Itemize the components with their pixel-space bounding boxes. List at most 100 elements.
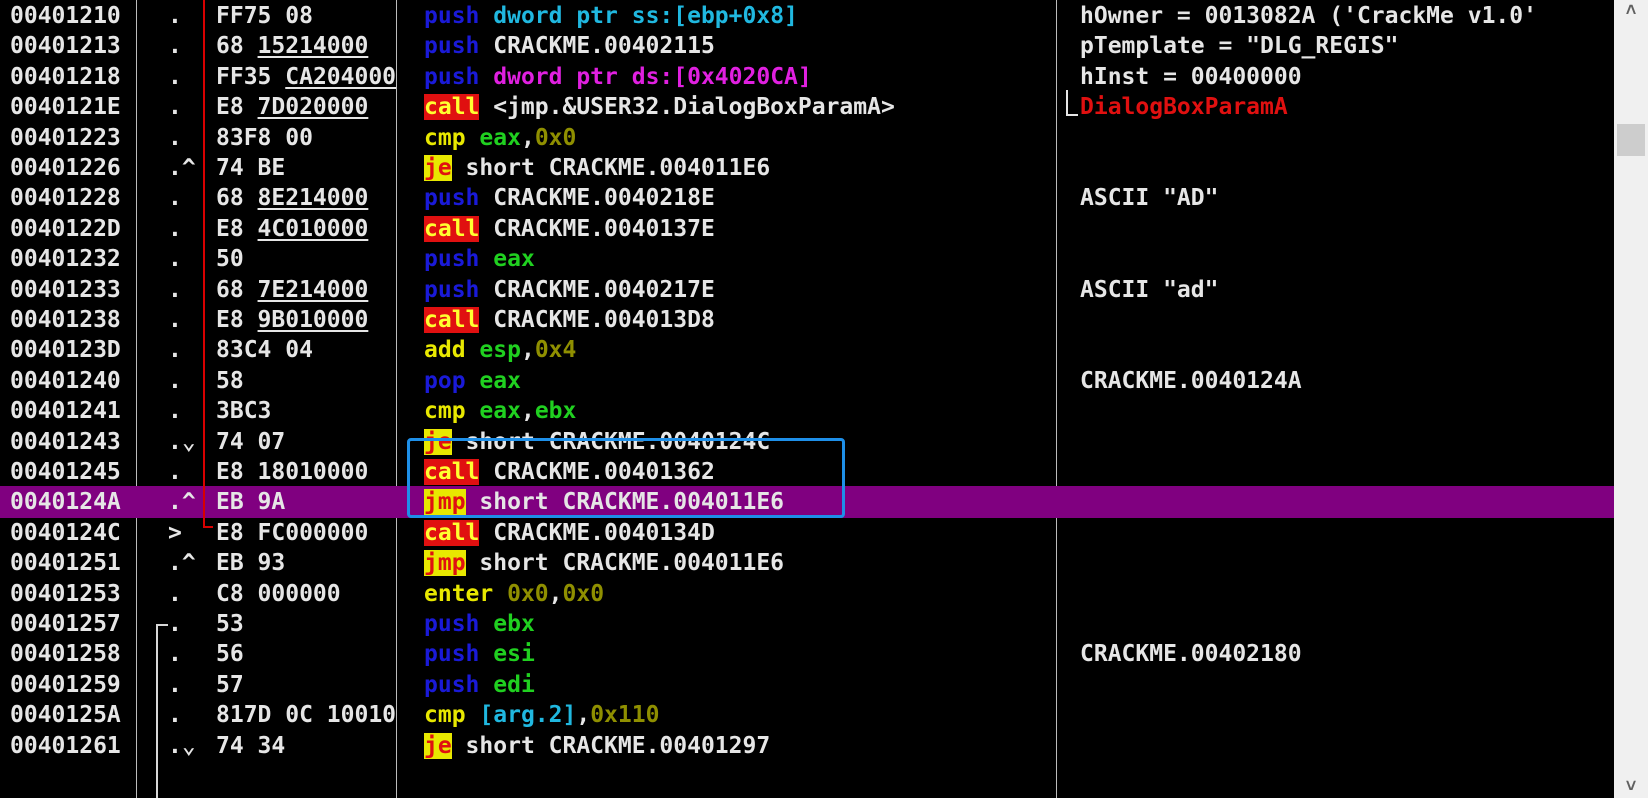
instruction-row[interactable]: 00401213. 68 15214000 push CRACKME.0040211… <box>0 30 1614 62</box>
instruction-row[interactable]: 00401228. 68 8E214000 push CRACKME.0040218… <box>0 182 1614 214</box>
instruction-row[interactable]: 00401218. FF35 CA204000 push dword ptr ds:… <box>0 61 1614 93</box>
dis-token: eax <box>479 398 521 424</box>
dis-token <box>479 246 493 272</box>
dis-token <box>466 368 480 394</box>
hex-bytes-cell: 3BC3 <box>216 395 412 427</box>
address-cell: 00401251 <box>10 550 121 576</box>
dis-token: CRACKME.0040134D <box>479 520 715 546</box>
dis-token: call <box>424 94 480 120</box>
address-cell: 00401243 <box>10 429 121 455</box>
hex-token: CA204000 <box>285 64 397 90</box>
flow-marker: . <box>168 337 182 363</box>
instruction-row[interactable]: 0040123D. 83C4 04 add esp,0x4 <box>0 334 1614 366</box>
comment-cell <box>1080 608 1614 640</box>
dis-token: esi <box>493 641 535 667</box>
disassembly-cell: cmp eax,0x0 <box>424 122 1054 154</box>
dis-token: call <box>424 216 480 242</box>
procedure-bracket-start <box>156 624 168 626</box>
instruction-row[interactable]: 0040122D. E8 4C010000 call CRACKME.0040137… <box>0 213 1614 245</box>
dis-token: push <box>424 246 480 272</box>
address-cell: 0040124A <box>10 489 121 515</box>
vertical-scrollbar[interactable]: ˄ ˅ <box>1614 0 1648 798</box>
hex-bytes-cell: E8 7D020000 <box>216 91 412 123</box>
hex-bytes-cell: E8 4C010000 <box>216 213 412 245</box>
dis-token: short CRACKME.00401297 <box>451 733 771 759</box>
comment-cell <box>1080 699 1614 731</box>
flow-marker: . <box>168 246 182 272</box>
hex-bytes-cell: FF75 08 <box>216 0 412 32</box>
instruction-row[interactable]: 00401259. 57 push edi <box>0 669 1614 701</box>
hex-token: E8 FC000000 <box>216 520 369 546</box>
scrollbar-thumb[interactable] <box>1617 124 1645 156</box>
hex-bytes-cell: 83C4 04 <box>216 334 412 366</box>
instruction-row[interactable]: 00401241. 3BC3 cmp eax,ebx <box>0 395 1614 427</box>
hex-token: 4C010000 <box>257 216 369 242</box>
instruction-row[interactable]: 0040124C > E8 FC000000 call CRACKME.0040134… <box>0 517 1614 549</box>
hex-bytes-cell: EB 93 <box>216 547 412 579</box>
hex-token: 8E214000 <box>257 185 369 211</box>
dis-token: eax <box>479 368 521 394</box>
instruction-row[interactable]: 00401226 .^ 74 BE je short CRACKME.004011E6 <box>0 152 1614 184</box>
flow-marker: .⌄ <box>168 429 196 455</box>
instruction-row[interactable]: 00401223. 83F8 00 cmp eax,0x0 <box>0 122 1614 154</box>
instruction-row[interactable]: 0040125A. 817D 0C 10010 cmp [arg.2],0x110 <box>0 699 1614 731</box>
instruction-row[interactable]: 00401233. 68 7E214000 push CRACKME.0040217… <box>0 274 1614 306</box>
instruction-row[interactable]: 00401240. 58 pop eax CRACKME.0040124A <box>0 365 1614 397</box>
comment-cell <box>1080 304 1614 336</box>
comment-cell <box>1080 486 1614 518</box>
hex-token: 74 07 <box>216 429 286 455</box>
dis-token: push <box>424 641 480 667</box>
dis-token: eax <box>479 125 521 151</box>
address-cell: 00401257 <box>10 611 121 637</box>
instruction-row[interactable]: 00401232. 50 push eax <box>0 243 1614 275</box>
dis-token <box>466 398 480 424</box>
instruction-row[interactable]: 00401258. 56 push esi CRACKME.00402180 <box>0 638 1614 670</box>
dis-token <box>479 672 493 698</box>
flow-marker: > <box>168 520 182 546</box>
disassembly-cell: push eax <box>424 243 1054 275</box>
disassembly-cell: je short CRACKME.004011E6 <box>424 152 1054 184</box>
comment-cell: ASCII "ad" <box>1080 274 1614 306</box>
instruction-row[interactable]: 0040121E. E8 7D020000 call <jmp.&USER32.Di… <box>0 91 1614 123</box>
hex-token: 7D020000 <box>257 94 369 120</box>
address-cell: 00401232 <box>10 246 121 272</box>
hex-bytes-cell: E8 FC000000 <box>216 517 412 549</box>
address-cell: 00401241 <box>10 398 121 424</box>
comment-cell <box>1080 578 1614 610</box>
disassembly-cell: call CRACKME.0040137E <box>424 213 1054 245</box>
dis-token: short CRACKME.004011E6 <box>465 550 785 576</box>
instruction-row[interactable]: 00401257. 53 push ebx <box>0 608 1614 640</box>
address-cell: 0040121E <box>10 94 121 120</box>
instruction-row[interactable]: 00401261 .⌄ 74 34 je short CRACKME.00401297 <box>0 730 1614 762</box>
address-cell: 00401245 <box>10 459 121 485</box>
dis-token: eax <box>493 246 535 272</box>
hex-token: 74 34 <box>216 733 286 759</box>
dis-token: [arg.2] <box>479 702 577 728</box>
dis-token: , <box>576 702 591 728</box>
selection-highlight-box <box>407 438 845 518</box>
flow-marker: . <box>168 368 182 394</box>
dis-token: CRACKME.0040137E <box>479 216 715 242</box>
scroll-down-arrow-icon[interactable]: ˅ <box>1614 776 1648 798</box>
scroll-up-arrow-icon[interactable]: ˄ <box>1614 0 1648 22</box>
disassembly-pane[interactable]: 00401210. FF75 08 push dword ptr ss:[ebp+0… <box>0 0 1614 798</box>
flow-marker: .⌄ <box>168 733 196 759</box>
disassembly-cell: enter 0x0,0x0 <box>424 578 1054 610</box>
hex-token: 9B010000 <box>257 307 369 333</box>
address-cell: 0040124C <box>10 520 121 546</box>
dis-token: CRACKME.004013D8 <box>479 307 715 333</box>
flow-marker: . <box>168 277 182 303</box>
dis-token: CRACKME.0040218E <box>479 185 715 211</box>
hex-token: E8 <box>216 94 258 120</box>
address-cell: 00401228 <box>10 185 121 211</box>
instruction-row[interactable]: 00401210. FF75 08 push dword ptr ss:[ebp+0… <box>0 0 1614 32</box>
dis-token: push <box>424 672 480 698</box>
flow-marker: . <box>168 94 182 120</box>
com-token: hOwner = 0013082A ('CrackMe v1.0' <box>1080 3 1537 29</box>
instruction-row[interactable]: 00401251 .^ EB 93 jmp short CRACKME.004011E… <box>0 547 1614 579</box>
dis-token: CRACKME.00402115 <box>479 33 715 59</box>
hex-bytes-cell: 57 <box>216 669 412 701</box>
instruction-row[interactable]: 00401253. C8 000000 enter 0x0,0x0 <box>0 578 1614 610</box>
instruction-row[interactable]: 00401238. E8 9B010000 call CRACKME.004013D… <box>0 304 1614 336</box>
disassembly-cell: je short CRACKME.00401297 <box>424 730 1054 762</box>
